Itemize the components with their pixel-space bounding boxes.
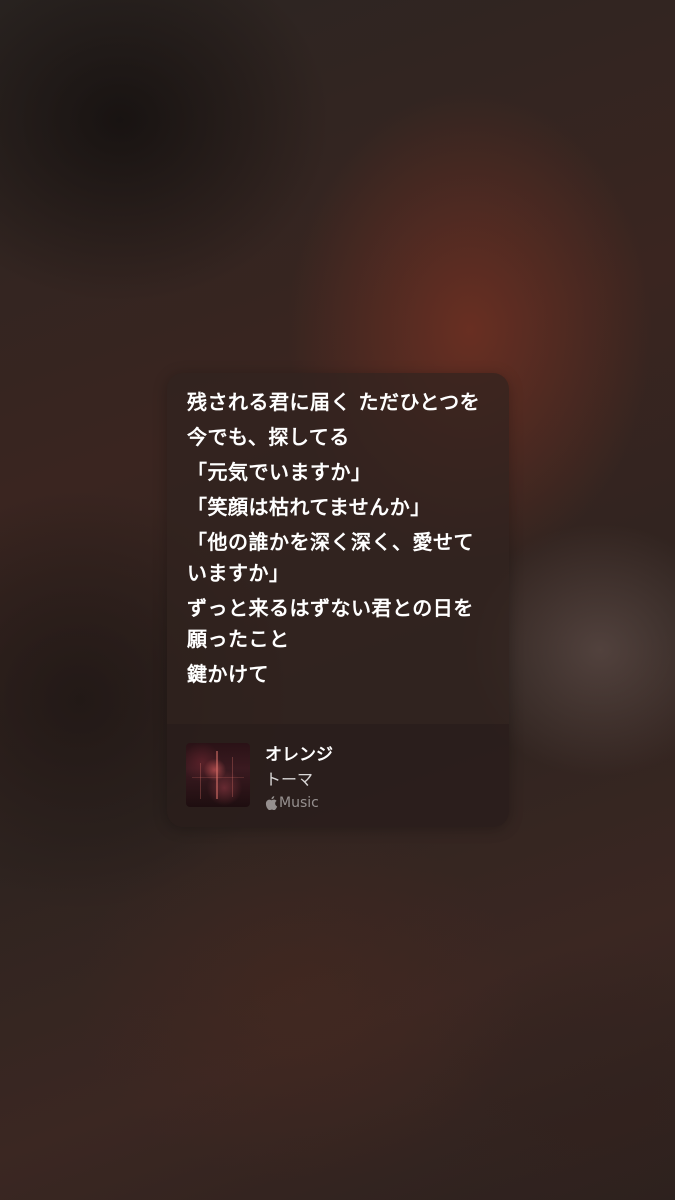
lyric-line: 今でも、探してる <box>187 425 350 449</box>
lyric-line: 「元気でいますか」 <box>187 460 372 484</box>
album-artwork[interactable] <box>186 743 250 807</box>
lyric-line: 残される君に届く ただひとつを <box>187 390 481 414</box>
apple-music-badge: Music <box>265 794 319 812</box>
lyric-line: 「笑顔は枯れてませんか」 <box>187 495 431 519</box>
track-title: オレンジ <box>265 745 333 765</box>
lyrics-block: 残される君に届く ただひとつを 今でも、探してる 「元気でいますか」 「笑顔は枯… <box>167 373 509 690</box>
apple-logo-icon <box>265 796 278 810</box>
service-label: Music <box>279 795 319 811</box>
lyric-line: ずっと来るはずない君との日を願ったこと <box>187 596 474 651</box>
track-artist: トーマ <box>265 770 314 789</box>
track-info-footer[interactable]: オレンジ トーマ Music <box>167 724 509 827</box>
lyrics-share-card[interactable]: 残される君に届く ただひとつを 今でも、探してる 「元気でいますか」 「笑顔は枯… <box>167 373 509 827</box>
lyric-line: 鍵かけて <box>187 662 269 686</box>
lyric-line: 「他の誰かを深く深く、愛せていますか」 <box>187 530 474 585</box>
